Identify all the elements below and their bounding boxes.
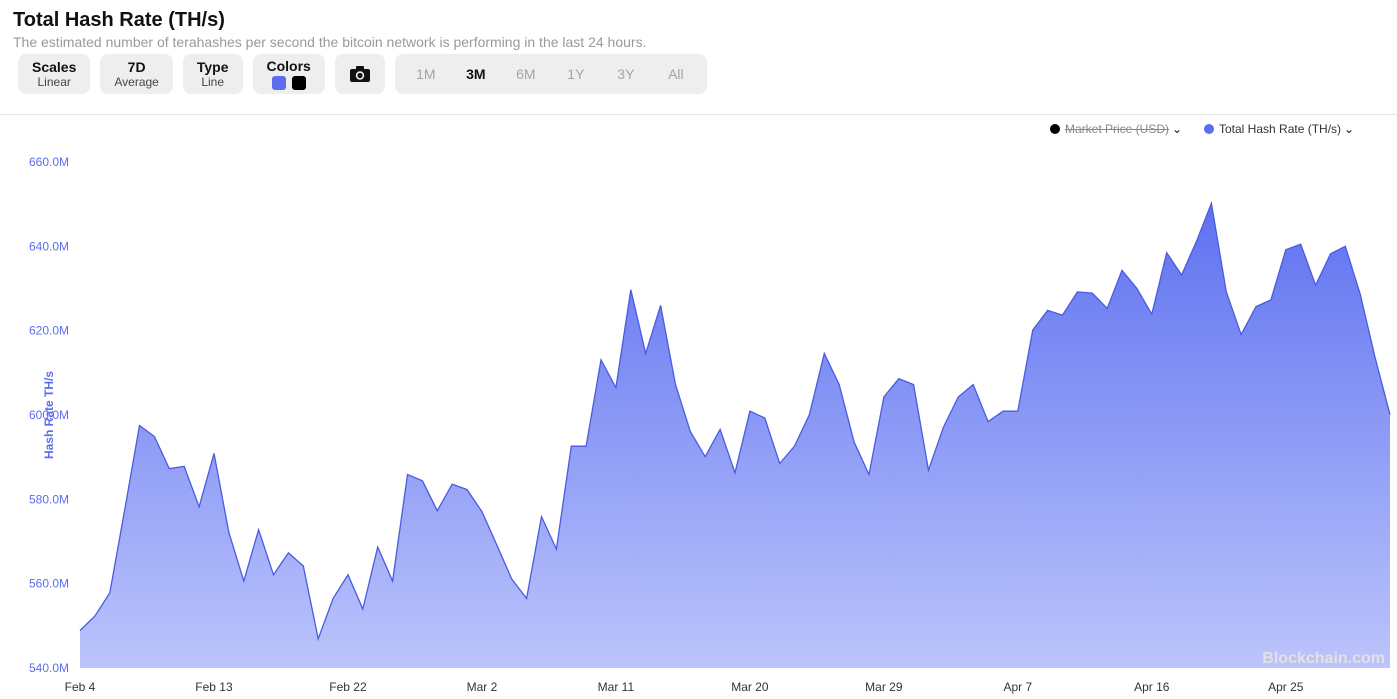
range-all[interactable]: All: [651, 66, 701, 82]
type-label: Type: [196, 59, 229, 75]
y-tick-label: 640.0M: [29, 239, 69, 253]
range-1y[interactable]: 1Y: [551, 66, 601, 82]
scales-value: Linear: [37, 75, 71, 89]
average-value: Average: [114, 75, 159, 89]
y-tick-label: 660.0M: [29, 155, 69, 169]
legend-dot-hash-rate: [1204, 124, 1214, 134]
x-axis-ticks: Feb 4 Feb 13 Feb 22 Mar 2 Mar 11 Mar 20 Mar 29…: [65, 680, 1304, 694]
time-range-selector: 1M 3M 6M 1Y 3Y All: [394, 54, 707, 94]
header: Total Hash Rate (TH/s) The estimated num…: [13, 8, 646, 50]
y-tick-label: 560.0M: [29, 577, 69, 591]
camera-icon: [349, 66, 370, 82]
hash-rate-chart: 540.0M560.0M580.0M600.0M620.0M640.0M660.…: [29, 155, 1391, 694]
x-tick-label: Mar 29: [865, 680, 903, 694]
scales-button[interactable]: Scales Linear: [18, 54, 91, 94]
x-tick-label: Feb 22: [329, 680, 367, 694]
colors-button[interactable]: Colors: [252, 54, 325, 94]
legend-hash-rate[interactable]: Total Hash Rate (TH/s) ⌄: [1204, 122, 1354, 136]
x-tick-label: Apr 25: [1268, 680, 1304, 694]
x-tick-label: Mar 11: [598, 680, 635, 694]
price-color-swatch[interactable]: [291, 76, 306, 90]
divider: [0, 114, 1397, 115]
x-tick-label: Mar 20: [731, 680, 769, 694]
y-tick-label: 620.0M: [29, 324, 69, 338]
type-button[interactable]: Type Line: [182, 54, 243, 94]
range-1m[interactable]: 1M: [401, 66, 451, 82]
color-swatches: [271, 76, 306, 90]
range-6m[interactable]: 6M: [501, 66, 551, 82]
screenshot-button[interactable]: [334, 54, 385, 94]
x-tick-label: Feb 13: [195, 680, 233, 694]
legend-dot-market-price: [1050, 124, 1060, 134]
x-tick-label: Feb 4: [65, 680, 96, 694]
y-tick-label: 540.0M: [29, 661, 69, 675]
range-3y[interactable]: 3Y: [601, 66, 651, 82]
series-area: [80, 203, 1390, 669]
legend-label-market-price: Market Price (USD): [1065, 122, 1170, 136]
legend-label-hash-rate: Total Hash Rate (TH/s): [1219, 122, 1342, 136]
y-axis-title: Hash Rate TH/s: [42, 370, 57, 460]
chevron-down-icon[interactable]: ⌄: [1172, 122, 1182, 136]
x-tick-label: Apr 16: [1134, 680, 1170, 694]
range-3m[interactable]: 3M: [451, 66, 501, 82]
colors-label: Colors: [266, 58, 311, 74]
series-color-swatch[interactable]: [271, 76, 286, 90]
page-title: Total Hash Rate (TH/s): [13, 9, 225, 31]
series-line: [79, 200, 1391, 642]
x-tick-label: Mar 2: [467, 680, 498, 694]
chevron-down-icon[interactable]: ⌄: [1344, 122, 1354, 136]
average-button[interactable]: 7D Average: [100, 54, 173, 94]
type-value: Line: [201, 75, 225, 89]
toolbar: Scales Linear 7D Average Type Line Color…: [18, 54, 707, 94]
watermark: Blockchain.com: [1262, 650, 1385, 667]
x-tick-label: Apr 7: [1003, 680, 1032, 694]
legend-market-price[interactable]: Market Price (USD) ⌄: [1050, 122, 1182, 136]
scales-label: Scales: [32, 59, 77, 75]
average-label: 7D: [127, 59, 146, 75]
page-subtitle: The estimated number of terahashes per s…: [13, 34, 647, 50]
y-tick-label: 580.0M: [29, 492, 69, 506]
